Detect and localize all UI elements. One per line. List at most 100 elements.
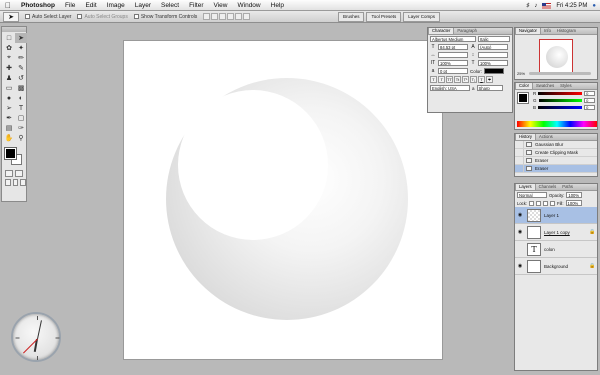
lock-position-icon[interactable] [543, 200, 549, 206]
show-transform-checkbox[interactable]: Show Transform Controls [133, 14, 197, 20]
tab-info[interactable]: Info [541, 28, 554, 34]
font-family-select[interactable]: Albertus Medium [430, 36, 476, 42]
tracking-field[interactable] [478, 52, 508, 58]
language-select[interactable]: English: USA [430, 85, 470, 91]
stamp-tool-icon[interactable]: ♟ [3, 73, 15, 83]
tab-paths[interactable]: Paths [559, 184, 576, 190]
menubar-clock[interactable]: Fri 4:25 PM [556, 3, 587, 9]
bluetooth-icon[interactable]: ♯ [526, 3, 529, 9]
align-top-icon[interactable] [203, 13, 211, 20]
pen-tool-icon[interactable]: ✒ [3, 113, 15, 123]
layer-row[interactable]: ◉ Layer 1 [515, 207, 597, 224]
kerning-field[interactable] [438, 52, 468, 58]
horizontal-scale-field[interactable]: 100% [478, 60, 508, 66]
align-hcenter-icon[interactable] [235, 13, 243, 20]
font-style-select[interactable]: Italic [478, 36, 510, 42]
blur-tool-icon[interactable]: ● [3, 93, 15, 103]
auto-select-layer-checkbox[interactable]: Auto Select Layer [25, 14, 71, 20]
tab-actions[interactable]: Actions [536, 134, 556, 140]
menu-edit[interactable]: Edit [80, 0, 101, 11]
superscript-button[interactable]: T¹ [462, 76, 469, 83]
menu-file[interactable]: File [60, 0, 80, 11]
eraser-tool-icon[interactable]: ▭ [3, 83, 15, 93]
menu-photoshop[interactable]: Photoshop [16, 0, 60, 11]
input-flag-icon[interactable] [542, 2, 552, 9]
tab-navigator[interactable]: Navigator [515, 28, 541, 34]
document-canvas[interactable] [123, 40, 443, 360]
volume-icon[interactable]: ♪ [534, 3, 537, 9]
align-right-icon[interactable] [243, 13, 251, 20]
menu-view[interactable]: View [209, 0, 233, 11]
screen-mode-full-icon[interactable] [20, 179, 27, 186]
anti-alias-select[interactable]: Sharp [476, 85, 503, 91]
green-slider[interactable] [538, 99, 583, 102]
strikethrough-button[interactable]: T [486, 76, 493, 83]
red-value[interactable]: 0 [584, 91, 595, 96]
subscript-button[interactable]: T₁ [470, 76, 477, 83]
all-caps-button[interactable]: TT [446, 76, 453, 83]
well-tab-layer-comps[interactable]: Layer Comps [403, 12, 440, 22]
shape-tool-icon[interactable]: ▢ [15, 113, 27, 123]
tab-swatches[interactable]: Swatches [533, 83, 557, 89]
menu-select[interactable]: Select [156, 0, 184, 11]
magic-wand-icon[interactable]: ✦ [15, 43, 27, 53]
eye-icon[interactable]: ◉ [515, 229, 525, 235]
spotlight-icon[interactable]: ● [592, 3, 596, 9]
tab-history[interactable]: History [515, 134, 537, 140]
notes-tool-icon[interactable]: ▤ [3, 123, 15, 133]
blend-mode-select[interactable]: Normal [517, 192, 547, 198]
layer-row[interactable]: ◉ Layer 1 copy 🔒 [515, 224, 597, 241]
healing-brush-icon[interactable]: ✚ [3, 63, 15, 73]
tab-color[interactable]: Color [515, 83, 534, 89]
hand-tool-icon[interactable]: ✋ [3, 133, 15, 143]
layer-row[interactable]: ◉ Background 🔒 [515, 258, 597, 275]
tab-paragraph[interactable]: Paragraph [454, 28, 480, 34]
screen-mode-standard-icon[interactable] [5, 179, 11, 186]
apple-menu-icon[interactable]:  [0, 1, 16, 10]
leading-field[interactable]: (Auto) [478, 44, 508, 50]
faux-bold-button[interactable]: T [430, 76, 437, 83]
opacity-field[interactable]: 100% [566, 192, 583, 198]
small-caps-button[interactable]: Tt [454, 76, 461, 83]
color-panel-foreground[interactable] [517, 92, 529, 104]
screen-mode-full-menu-icon[interactable] [12, 179, 19, 186]
tab-styles[interactable]: Styles [557, 83, 574, 89]
move-tool-icon[interactable]: ➤ [15, 33, 27, 43]
red-slider[interactable] [538, 92, 583, 95]
font-size-field[interactable]: 84.53 pt [438, 44, 468, 50]
text-color-chip[interactable] [484, 68, 505, 74]
lasso-tool-icon[interactable]: ✿ [3, 43, 15, 53]
faux-italic-button[interactable]: T [438, 76, 445, 83]
move-tool-preset-icon[interactable]: ➤ [3, 11, 19, 22]
align-bottom-icon[interactable] [219, 13, 227, 20]
blue-value[interactable]: 0 [584, 105, 595, 110]
eyedropper-icon[interactable]: ✑ [15, 123, 27, 133]
history-item[interactable]: Gaussian Blur [515, 141, 597, 149]
menu-image[interactable]: Image [102, 0, 130, 11]
lock-all-icon[interactable] [550, 200, 556, 206]
menu-filter[interactable]: Filter [184, 0, 208, 11]
history-item-current[interactable]: Eraser [515, 165, 597, 173]
menu-layer[interactable]: Layer [130, 0, 156, 11]
align-left-icon[interactable] [227, 13, 235, 20]
gradient-tool-icon[interactable]: ▩ [15, 83, 27, 93]
menu-window[interactable]: Window [233, 0, 266, 11]
brush-tool-icon[interactable]: ✎ [15, 63, 27, 73]
navigator-preview[interactable] [539, 39, 573, 73]
align-vcenter-icon[interactable] [211, 13, 219, 20]
navigator-zoom-value[interactable]: 25% [517, 71, 525, 76]
navigator-zoom-slider[interactable] [529, 72, 591, 75]
tab-channels[interactable]: Channels [536, 184, 560, 190]
underline-button[interactable]: T [478, 76, 485, 83]
well-tab-brushes[interactable]: Brushes [337, 12, 365, 22]
history-item[interactable]: Create Clipping Mask [515, 149, 597, 157]
blue-slider[interactable] [538, 106, 583, 109]
history-brush-icon[interactable]: ↺ [15, 73, 27, 83]
tab-histogram[interactable]: Histogram [554, 28, 579, 34]
slice-tool-icon[interactable]: ✏ [15, 53, 27, 63]
layer-row[interactable]: T colon [515, 241, 597, 258]
tab-character[interactable]: Character [428, 28, 455, 34]
vertical-scale-field[interactable]: 100% [438, 60, 468, 66]
fill-field[interactable]: 100% [565, 200, 582, 206]
baseline-field[interactable]: 0 pt [438, 68, 468, 74]
